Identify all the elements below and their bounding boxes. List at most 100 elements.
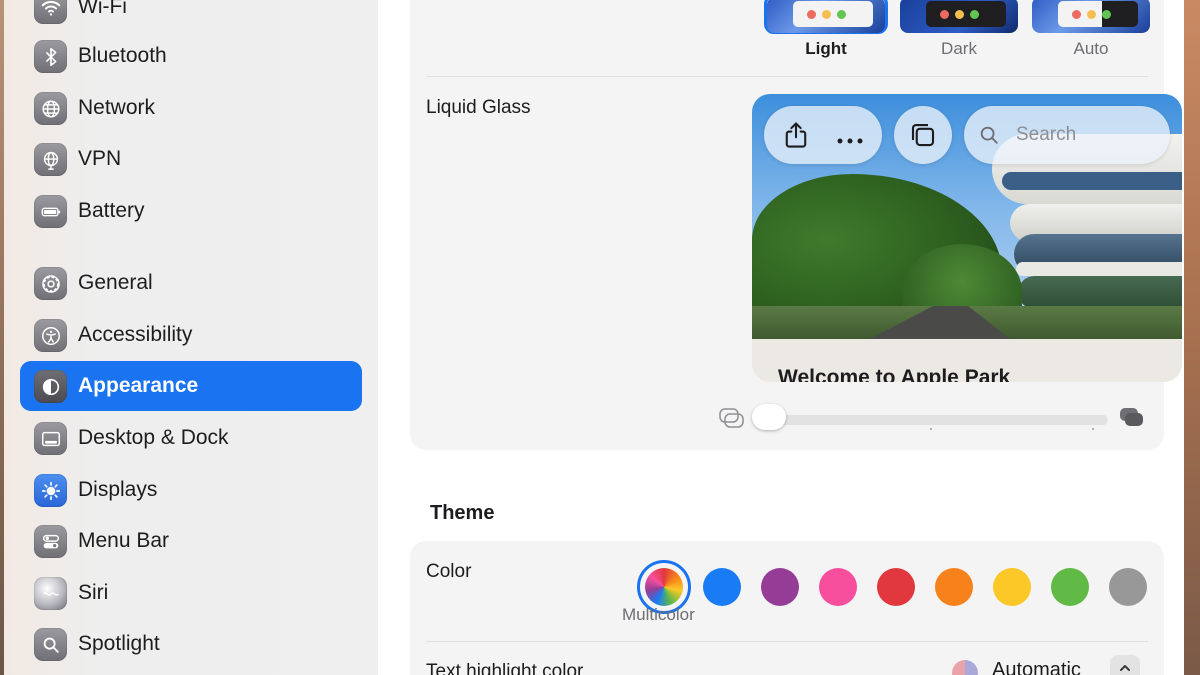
search-icon [34, 628, 67, 661]
color-swatch-purple[interactable] [761, 568, 799, 606]
highlight-color-value[interactable]: Automatic [992, 659, 1081, 675]
sidebar-item-battery[interactable]: Battery [20, 186, 362, 236]
sidebar-item-desktop-dock[interactable]: Desktop & Dock [20, 413, 362, 463]
vpn-globe-icon [34, 143, 67, 176]
preview-heading: Welcome to Apple Park [778, 366, 1011, 382]
window-preview [1058, 1, 1138, 27]
appearance-option-label: Dark [941, 39, 977, 58]
liquid-glass-preview: Search Welcome to Apple Park [752, 94, 1182, 382]
sidebar: Wi-Fi Bluetooth Network VPN Battery Gene… [4, 0, 378, 675]
tabs-button[interactable] [894, 106, 952, 164]
search-field[interactable]: Search [964, 106, 1170, 164]
sidebar-item-label: Bluetooth [78, 44, 167, 67]
building-ring [1016, 262, 1182, 276]
sidebar-item-label: Accessibility [78, 323, 193, 346]
sidebar-item-label: Network [78, 96, 156, 119]
sidebar-item-label: Wi-Fi [78, 0, 127, 18]
siri-icon [34, 577, 67, 610]
tinted-glass-icon [1118, 406, 1146, 433]
more-icon[interactable] [836, 132, 864, 150]
sidebar-item-label: Displays [78, 478, 158, 501]
appearance-pane: Light Dark Auto Liquid Glass Search Welc… [378, 0, 1184, 675]
sidebar-item-bluetooth[interactable]: Bluetooth [20, 31, 362, 81]
theme-section-title: Theme [430, 502, 495, 524]
color-swatch-green[interactable] [1051, 568, 1089, 606]
color-swatch-pink[interactable] [819, 568, 857, 606]
zoom-dot [837, 10, 846, 19]
appearance-option-light[interactable] [767, 0, 885, 33]
sidebar-item-label: Spotlight [78, 632, 160, 655]
close-dot [807, 10, 816, 19]
color-swatch-blue[interactable] [703, 568, 741, 606]
window-preview [926, 1, 1006, 27]
sidebar-item-spotlight[interactable]: Spotlight [20, 619, 362, 669]
appearance-option-label: Light [805, 39, 847, 58]
share-icon[interactable] [782, 120, 810, 155]
appearance-icon [34, 370, 67, 403]
sidebar-item-general[interactable]: General [20, 258, 362, 308]
zoom-dot [1102, 10, 1111, 19]
building-glass [1002, 172, 1182, 190]
accessibility-icon [34, 319, 67, 352]
appearance-card: Light Dark Auto Liquid Glass Search Welc… [410, 0, 1182, 450]
window-preview [793, 1, 873, 27]
color-swatch-orange[interactable] [935, 568, 973, 606]
sidebar-item-label: Menu Bar [78, 529, 170, 552]
search-placeholder: Search [1016, 124, 1077, 145]
wifi-icon [34, 0, 67, 24]
highlight-color-dot [952, 660, 978, 675]
sidebar-item-label: Battery [78, 199, 145, 222]
sidebar-item-accessibility[interactable]: Accessibility [20, 310, 362, 360]
clear-glass-icon [718, 407, 746, 434]
brightness-icon [34, 474, 67, 507]
text-highlight-label: Text highlight color [426, 661, 584, 675]
color-swatch-graphite[interactable] [1109, 568, 1147, 606]
close-dot [1072, 10, 1081, 19]
highlight-color-popup-button[interactable] [1110, 655, 1140, 675]
glass-slider-track[interactable] [758, 415, 1108, 425]
divider [426, 641, 1148, 642]
system-settings-window: Wi-Fi Bluetooth Network VPN Battery Gene… [4, 0, 1184, 675]
sidebar-item-label: General [78, 271, 153, 294]
sidebar-item-label: Appearance [78, 374, 199, 397]
liquid-glass-label: Liquid Glass [426, 97, 531, 118]
sidebar-item-network[interactable]: Network [20, 83, 362, 133]
color-swatch-multicolor[interactable] [645, 568, 683, 606]
selected-color-label: Multicolor [622, 605, 695, 624]
share-more-group [764, 106, 882, 164]
minimize-dot [1087, 10, 1096, 19]
sidebar-item-displays[interactable]: Displays [20, 465, 362, 515]
minimize-dot [822, 10, 831, 19]
appearance-option-label: Auto [1073, 39, 1109, 58]
color-label: Color [426, 561, 472, 582]
zoom-dot [970, 10, 979, 19]
sidebar-item-label: Siri [78, 581, 109, 604]
appearance-option-auto[interactable] [1032, 0, 1150, 33]
desktop-dock-icon [34, 422, 67, 455]
sidebar-item-appearance[interactable]: Appearance [20, 361, 362, 411]
sidebar-item-label: VPN [78, 147, 122, 170]
slider-tick [1092, 428, 1094, 430]
color-swatch-red[interactable] [877, 568, 915, 606]
gear-icon [34, 267, 67, 300]
close-dot [940, 10, 949, 19]
tabs-overview-icon [908, 120, 938, 155]
search-icon [978, 124, 1000, 151]
appearance-option-dark[interactable] [900, 0, 1018, 33]
sidebar-item-menu-bar[interactable]: Menu Bar [20, 516, 362, 566]
globe-icon [34, 92, 67, 125]
divider [426, 76, 1148, 77]
building-base [1018, 276, 1182, 309]
glass-slider-knob[interactable] [752, 404, 786, 430]
theme-card: Color Multicolor Text highlight color Au… [410, 541, 1164, 675]
battery-icon [34, 195, 67, 228]
color-swatch-yellow[interactable] [993, 568, 1031, 606]
menu-bar-icon [34, 525, 67, 558]
sidebar-item-vpn[interactable]: VPN [20, 134, 362, 184]
sidebar-item-siri[interactable]: Siri [20, 568, 362, 618]
sidebar-item-wifi[interactable]: Wi-Fi [20, 0, 362, 32]
bluetooth-icon [34, 40, 67, 73]
chevron-up-down-icon [1120, 665, 1130, 675]
minimize-dot [955, 10, 964, 19]
desktop-wallpaper-right [1184, 0, 1200, 675]
